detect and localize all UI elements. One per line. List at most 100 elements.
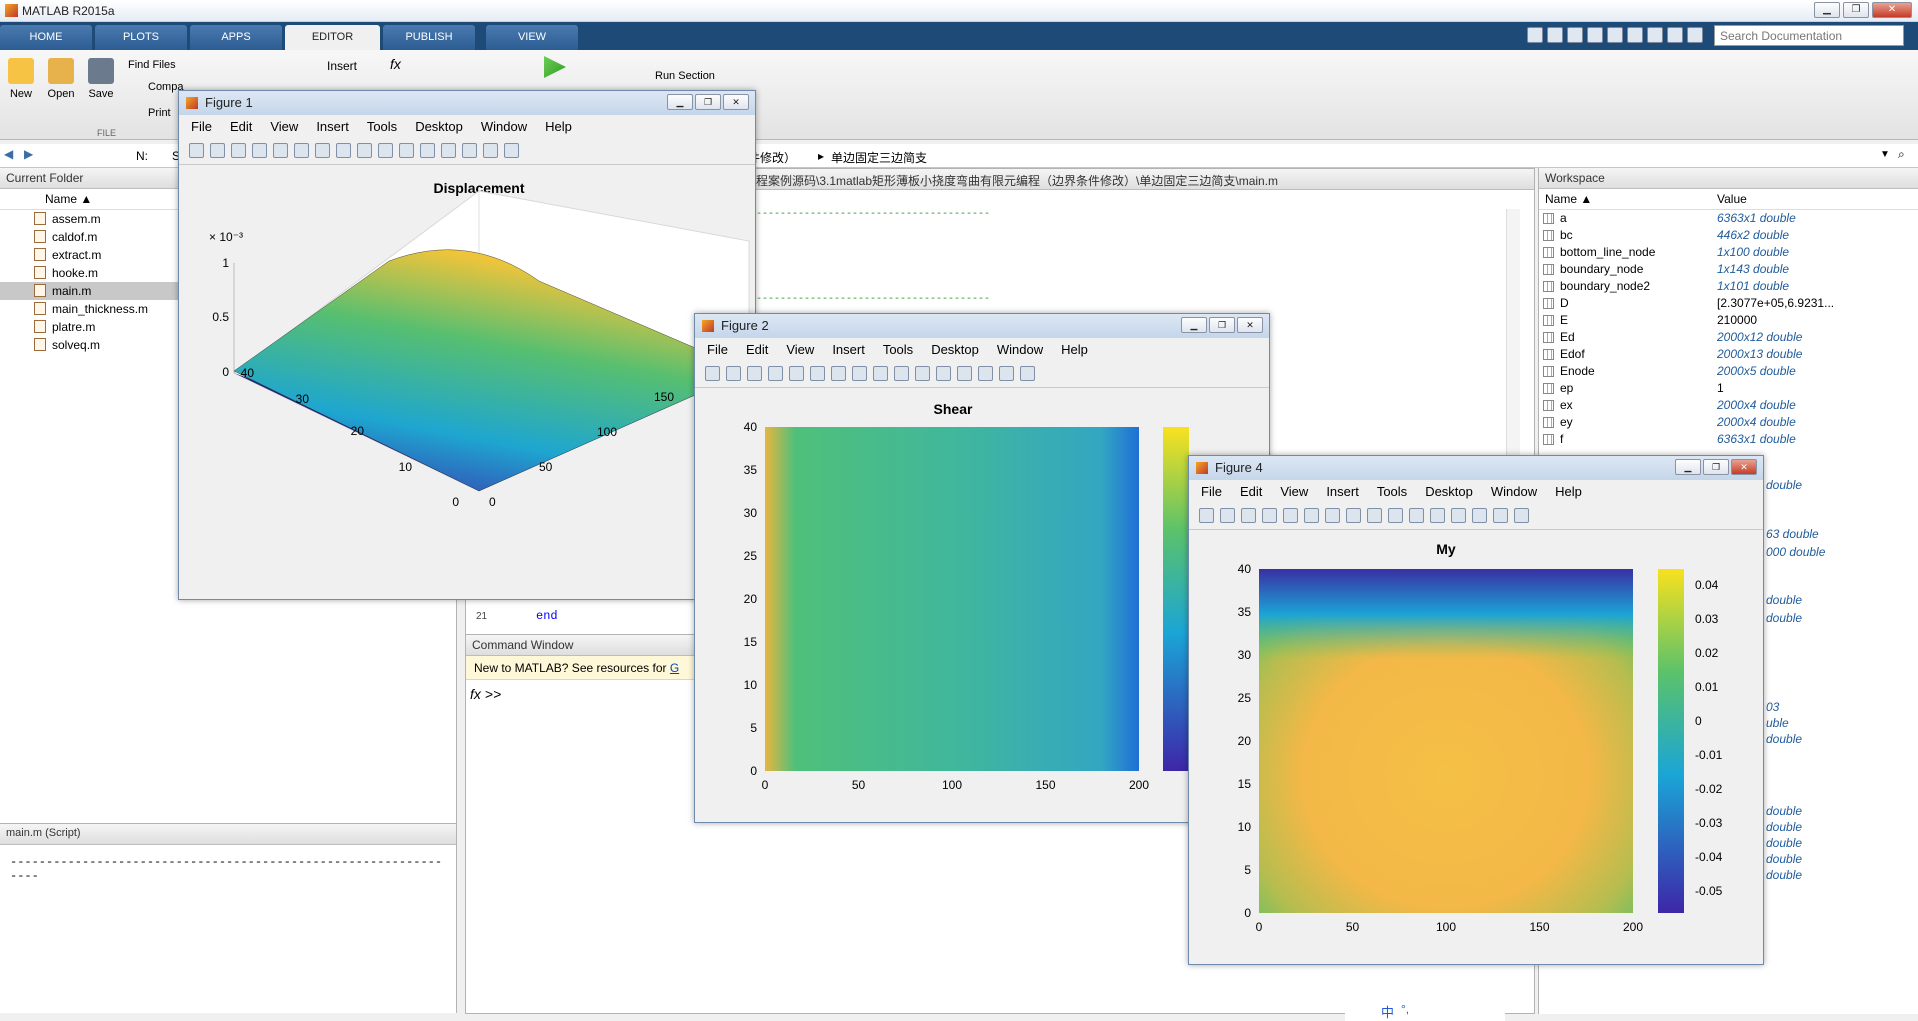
- close-button[interactable]: ✕: [723, 94, 749, 110]
- save-icon[interactable]: [1547, 27, 1563, 43]
- switch-windows-icon[interactable]: [1667, 27, 1683, 43]
- data-cursor-icon[interactable]: [894, 366, 909, 381]
- maximize-button[interactable]: ❐: [1843, 2, 1869, 18]
- ime-language[interactable]: 中: [1381, 1002, 1394, 1021]
- figure-4-window[interactable]: Figure 4 ▁ ❐ ✕ File Edit View Insert Tools Desk…: [1188, 455, 1764, 965]
- banner-link[interactable]: G: [670, 661, 679, 675]
- tab-apps[interactable]: APPS: [190, 25, 282, 50]
- pan-icon[interactable]: [852, 366, 867, 381]
- workspace-variable-row[interactable]: Enode 2000x5 double: [1539, 363, 1918, 380]
- menu-edit[interactable]: Edit: [746, 342, 768, 362]
- tab-home[interactable]: HOME: [0, 25, 92, 50]
- pan-icon[interactable]: [336, 143, 351, 158]
- legend-icon[interactable]: [978, 366, 993, 381]
- workspace-variable-row[interactable]: boundary_node2 1x101 double: [1539, 278, 1918, 295]
- menu-file[interactable]: File: [1201, 484, 1222, 504]
- close-button[interactable]: ✕: [1237, 317, 1263, 333]
- colorbar-icon[interactable]: [1451, 508, 1466, 523]
- workspace-variable-row[interactable]: a 6363x1 double: [1539, 210, 1918, 227]
- brush-icon[interactable]: [399, 143, 414, 158]
- dock-icon[interactable]: [1514, 508, 1529, 523]
- zoom-out-icon[interactable]: [315, 143, 330, 158]
- rotate-icon[interactable]: [1367, 508, 1382, 523]
- zoom-in-icon[interactable]: [1304, 508, 1319, 523]
- menu-help[interactable]: Help: [1061, 342, 1088, 362]
- menu-desktop[interactable]: Desktop: [931, 342, 979, 362]
- workspace-variable-row[interactable]: Edof 2000x13 double: [1539, 346, 1918, 363]
- close-button[interactable]: ✕: [1872, 2, 1912, 18]
- menu-desktop[interactable]: Desktop: [1425, 484, 1473, 504]
- chevron-down-icon[interactable]: ▼: [1880, 149, 1890, 160]
- print-icon[interactable]: [1262, 508, 1277, 523]
- tab-plots[interactable]: PLOTS: [95, 25, 187, 50]
- pointer-icon[interactable]: [789, 366, 804, 381]
- back-arrow-icon[interactable]: ◀: [4, 147, 13, 161]
- new-figure-icon[interactable]: [189, 143, 204, 158]
- menu-edit[interactable]: Edit: [1240, 484, 1262, 504]
- open-icon[interactable]: [726, 366, 741, 381]
- menu-tools[interactable]: Tools: [883, 342, 913, 362]
- path-segment-current[interactable]: 单边固定三边简支: [831, 149, 927, 166]
- search-documentation-input[interactable]: Search Documentation: [1714, 25, 1904, 46]
- run-section-button[interactable]: Run Section: [655, 70, 715, 82]
- menu-insert[interactable]: Insert: [1326, 484, 1359, 504]
- print-icon[interactable]: [768, 366, 783, 381]
- copy-icon[interactable]: [1587, 27, 1603, 43]
- hide-tools-icon[interactable]: [1493, 508, 1508, 523]
- workspace-variable-row[interactable]: ex 2000x4 double: [1539, 397, 1918, 414]
- zoom-out-icon[interactable]: [831, 366, 846, 381]
- cut-icon[interactable]: [1567, 27, 1583, 43]
- workspace-variable-row[interactable]: Ed 2000x12 double: [1539, 329, 1918, 346]
- zoom-in-icon[interactable]: [810, 366, 825, 381]
- column-header-name[interactable]: Name ▲: [1545, 192, 1592, 206]
- insert-button[interactable]: Insert: [327, 59, 357, 73]
- link-icon[interactable]: [936, 366, 951, 381]
- print-button[interactable]: Print: [148, 107, 171, 119]
- minimize-button[interactable]: ▁: [1675, 459, 1701, 475]
- save-button[interactable]: Save: [83, 56, 119, 100]
- link-icon[interactable]: [1430, 508, 1445, 523]
- brush-icon[interactable]: [915, 366, 930, 381]
- link-icon[interactable]: [420, 143, 435, 158]
- save-icon[interactable]: [747, 366, 762, 381]
- menu-window[interactable]: Window: [997, 342, 1043, 362]
- new-figure-icon[interactable]: [1199, 508, 1214, 523]
- menu-desktop[interactable]: Desktop: [415, 119, 463, 139]
- legend-icon[interactable]: [462, 143, 477, 158]
- workspace-variable-row[interactable]: boundary_node 1x143 double: [1539, 261, 1918, 278]
- menu-insert[interactable]: Insert: [832, 342, 865, 362]
- new-figure-icon[interactable]: [705, 366, 720, 381]
- pointer-icon[interactable]: [1283, 508, 1298, 523]
- menu-tools[interactable]: Tools: [367, 119, 397, 139]
- help-icon[interactable]: [1687, 27, 1703, 43]
- open-button[interactable]: Open: [43, 56, 79, 100]
- ime-punctuation[interactable]: °,: [1401, 1002, 1409, 1016]
- rotate-icon[interactable]: [873, 366, 888, 381]
- zoom-in-icon[interactable]: [294, 143, 309, 158]
- paste-icon[interactable]: [1607, 27, 1623, 43]
- brush-icon[interactable]: [1409, 508, 1424, 523]
- find-files-button[interactable]: Find Files: [128, 59, 176, 71]
- path-segment-n[interactable]: N:: [136, 149, 148, 163]
- data-cursor-icon[interactable]: [378, 143, 393, 158]
- menu-window[interactable]: Window: [481, 119, 527, 139]
- tab-editor[interactable]: EDITOR: [285, 25, 380, 50]
- workspace-variable-row[interactable]: ep 1: [1539, 380, 1918, 397]
- pointer-icon[interactable]: [273, 143, 288, 158]
- minimize-button[interactable]: ▁: [667, 94, 693, 110]
- layout-icon[interactable]: [1527, 27, 1543, 43]
- menu-window[interactable]: Window: [1491, 484, 1537, 504]
- fx-icon[interactable]: fx: [390, 56, 401, 72]
- menu-insert[interactable]: Insert: [316, 119, 349, 139]
- menu-view[interactable]: View: [270, 119, 298, 139]
- menu-edit[interactable]: Edit: [230, 119, 252, 139]
- new-button[interactable]: New: [3, 56, 39, 100]
- maximize-button[interactable]: ❐: [1209, 317, 1235, 333]
- minimize-button[interactable]: ▁: [1814, 2, 1840, 18]
- forward-arrow-icon[interactable]: ▶: [24, 147, 33, 161]
- workspace-variable-row[interactable]: E 210000: [1539, 312, 1918, 329]
- tab-publish[interactable]: PUBLISH: [383, 25, 475, 50]
- maximize-button[interactable]: ❐: [695, 94, 721, 110]
- redo-icon[interactable]: [1647, 27, 1663, 43]
- figure-2-window[interactable]: Figure 2 ▁ ❐ ✕ File Edit View Insert Tools Desk…: [694, 313, 1270, 823]
